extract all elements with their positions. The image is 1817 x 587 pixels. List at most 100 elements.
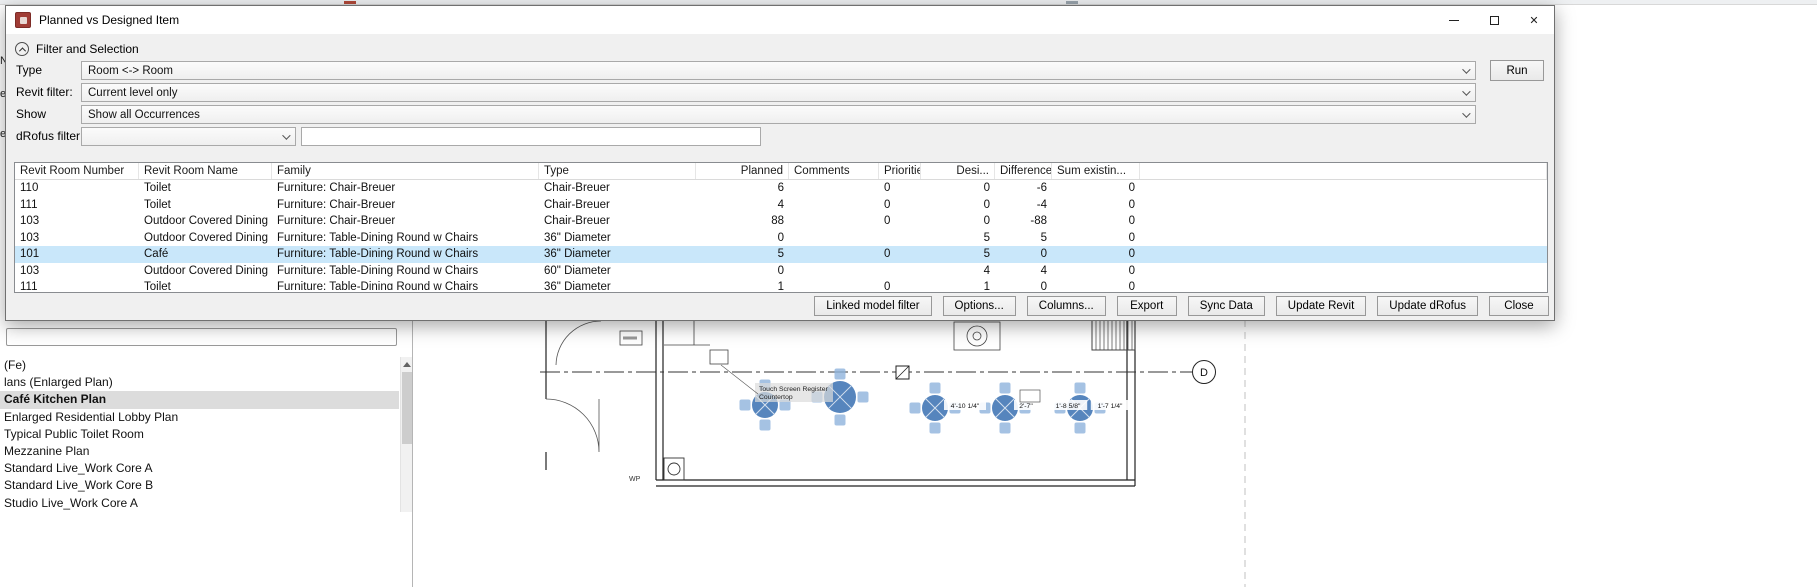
ribbon-icon-fragment (1066, 1, 1078, 4)
table-cell: Chair-Breuer (539, 180, 696, 197)
table-cell (789, 246, 879, 263)
table-row[interactable]: 103Outdoor Covered DiningFurniture: Tabl… (15, 263, 1547, 280)
scrollbar-thumb[interactable] (402, 372, 412, 444)
table-cell: 0 (921, 180, 995, 197)
drofus-filter-text-input[interactable] (301, 127, 761, 146)
table-cell: 0 (1052, 213, 1140, 230)
floor-plan[interactable]: D Touch Screen Register Countertop 4'-10… (413, 320, 1817, 587)
browser-item[interactable]: Standard Live_Work Core A (0, 460, 399, 477)
table-row[interactable]: 103Outdoor Covered DiningFurniture: Chai… (15, 213, 1547, 230)
update-drofus-button[interactable]: Update dRofus (1377, 296, 1478, 316)
sync-data-button[interactable]: Sync Data (1188, 296, 1265, 316)
chevron-down-icon (1462, 87, 1470, 95)
stair-hatch (1092, 320, 1135, 350)
column-header-filler (1140, 163, 1547, 179)
dialog-titlebar[interactable]: Planned vs Designed Item (6, 6, 1554, 34)
table-cell: 36" Diameter (539, 246, 696, 263)
chair (1075, 383, 1086, 394)
browser-item[interactable]: Standard Live_Work Core B (0, 477, 399, 494)
collapse-section-icon[interactable] (15, 42, 29, 56)
table-row[interactable]: 111ToiletFurniture: Table-Dining Round w… (15, 279, 1547, 290)
revit-filter-label: Revit filter: (16, 83, 73, 102)
table-cell: 0 (1052, 230, 1140, 247)
table-cell: 88 (696, 213, 789, 230)
counter-edge (664, 320, 710, 345)
table-cell: 0 (1052, 263, 1140, 280)
column-header[interactable]: Priorities (879, 163, 921, 179)
show-combobox[interactable]: Show all Occurrences (81, 105, 1476, 124)
column-header[interactable]: Type (539, 163, 696, 179)
table-cell: Toilet (139, 279, 272, 290)
table-cell: 110 (15, 180, 139, 197)
chair (760, 420, 771, 431)
column-header[interactable]: Desi... (921, 163, 995, 179)
table-cell: 103 (15, 263, 139, 280)
table-cell: 0 (879, 213, 921, 230)
project-browser-items: (Fe)lans (Enlarged Plan)Café Kitchen Pla… (0, 357, 399, 512)
columns-button[interactable]: Columns... (1027, 296, 1106, 316)
close-button[interactable]: Close (1489, 296, 1549, 316)
chair (858, 392, 869, 403)
type-combobox[interactable]: Room <-> Room (81, 61, 1476, 80)
table-cell: Toilet (139, 197, 272, 214)
scroll-up-button[interactable] (401, 357, 412, 371)
revit-filter-combobox[interactable]: Current level only (81, 83, 1476, 102)
table-cell: 1 (921, 279, 995, 290)
table-cell: Outdoor Covered Dining (139, 230, 272, 247)
table-row[interactable]: 111ToiletFurniture: Chair-BreuerChair-Br… (15, 197, 1547, 214)
column-header[interactable]: Sum existin... (1052, 163, 1140, 179)
run-button[interactable]: Run (1490, 60, 1544, 81)
ribbon-icon-fragment (344, 1, 356, 4)
project-browser-search-input[interactable] (6, 328, 397, 346)
results-table[interactable]: Revit Room NumberRevit Room NameFamilyTy… (14, 162, 1548, 293)
column-header[interactable]: Family (272, 163, 539, 179)
update-revit-button[interactable]: Update Revit (1276, 296, 1366, 316)
table-row[interactable]: 101CaféFurniture: Table-Dining Round w C… (15, 246, 1547, 263)
chevron-down-icon (1462, 65, 1470, 73)
column-header[interactable]: Revit Room Number (15, 163, 139, 179)
export-button[interactable]: Export (1117, 296, 1177, 316)
column-header[interactable]: Difference (995, 163, 1052, 179)
chair (910, 403, 921, 414)
options-button[interactable]: Options... (943, 296, 1016, 316)
drofus-filter-combobox[interactable] (81, 127, 296, 146)
table-cell: Furniture: Table-Dining Round w Chairs (272, 246, 539, 263)
grid-line-d (540, 366, 1192, 379)
column-header[interactable]: Revit Room Name (139, 163, 272, 179)
browser-item[interactable]: Typical Public Toilet Room (0, 426, 399, 443)
column-header[interactable]: Planned (696, 163, 789, 179)
table-cell (789, 180, 879, 197)
close-icon (1529, 11, 1538, 29)
table-cell-filler (1140, 230, 1547, 247)
table-cell: 5 (921, 246, 995, 263)
table-cell (879, 230, 921, 247)
table-cell: 101 (15, 246, 139, 263)
browser-item[interactable]: Enlarged Residential Lobby Plan (0, 409, 399, 426)
stair-outline (1092, 320, 1135, 350)
table-cell: 0 (921, 197, 995, 214)
table-row[interactable]: 103Outdoor Covered DiningFurniture: Tabl… (15, 230, 1547, 247)
table-cell: 103 (15, 213, 139, 230)
door-arc-lower (546, 399, 599, 452)
kitchen-sink-inner (973, 332, 981, 340)
close-button[interactable] (1514, 6, 1554, 34)
table-row[interactable]: 110ToiletFurniture: Chair-BreuerChair-Br… (15, 180, 1547, 197)
browser-item[interactable]: Mezzanine Plan (0, 443, 399, 460)
table-cell: 0 (1052, 180, 1140, 197)
column-header[interactable]: Comments (789, 163, 879, 179)
browser-item[interactable]: Studio Live_Work Core A (0, 495, 399, 512)
table-cell: 36" Diameter (539, 230, 696, 247)
table-cell: Café (139, 246, 272, 263)
table-cell (789, 263, 879, 280)
maximize-button[interactable] (1474, 6, 1514, 34)
linked-model-filter-button[interactable]: Linked model filter (814, 296, 931, 316)
table-cell: 0 (879, 197, 921, 214)
revit-filter-combobox-value: Current level only (88, 87, 177, 99)
table-header-row: Revit Room NumberRevit Room NameFamilyTy… (15, 163, 1547, 180)
minimize-button[interactable] (1434, 6, 1474, 34)
browser-item[interactable]: lans (Enlarged Plan) (0, 374, 399, 391)
browser-item[interactable]: Café Kitchen Plan (0, 391, 399, 408)
table-cell: -4 (995, 197, 1052, 214)
browser-item[interactable]: (Fe) (0, 357, 399, 374)
project-browser-scrollbar[interactable] (400, 357, 412, 512)
